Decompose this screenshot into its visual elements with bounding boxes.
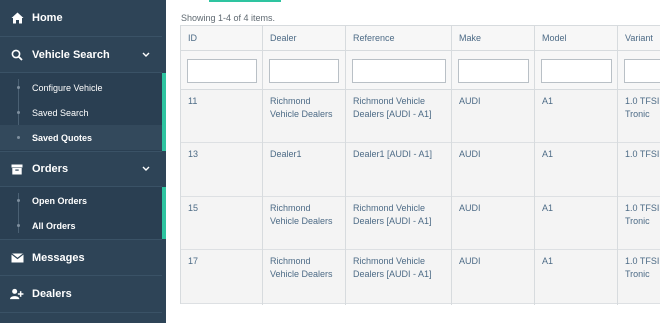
filter-id-input[interactable]	[187, 59, 257, 83]
chevron-down-icon	[142, 163, 150, 175]
sidebar-item-label: Open Orders	[32, 195, 88, 206]
cell-dealer[interactable]: Richmond Vehicle Dealers	[263, 255, 346, 281]
quotes-grid: ID Dealer Reference Make Model Variant 1…	[180, 25, 660, 305]
nav-messages[interactable]: Messages	[0, 239, 162, 276]
cell-variant: 1.0 TFSI STronic	[625, 96, 660, 119]
top-accent-bar	[209, 0, 281, 2]
cell-make: AUDI	[459, 96, 481, 106]
column-header-reference[interactable]: Reference	[346, 26, 451, 51]
cell-id: 15	[188, 203, 199, 213]
nav-vehicle-search[interactable]: Vehicle Search	[0, 37, 162, 73]
column-header-make[interactable]: Make	[452, 26, 534, 51]
cell-id: 11	[188, 96, 198, 106]
cell-id: 17	[188, 256, 199, 266]
cell-variant: 1.0 TFSI STronic	[625, 203, 660, 226]
filter-make-input[interactable]	[458, 59, 529, 83]
cell-make: AUDI	[459, 203, 481, 213]
filter-model-input[interactable]	[541, 59, 612, 83]
sidebar: Home Vehicle Search Configure Vehicle Sa…	[0, 0, 166, 323]
filter-dealer-input[interactable]	[269, 59, 339, 83]
nav-home-label: Home	[32, 12, 63, 24]
home-icon	[10, 11, 24, 25]
nav-vehicle-search-label: Vehicle Search	[32, 48, 110, 61]
cell-dealer[interactable]: Richmond Vehicle Dealers	[263, 95, 346, 121]
cell-variant: 1.0 TFSI S	[625, 149, 660, 159]
cell-reference: Richmond Vehicle Dealers [AUDI - A1]	[353, 96, 432, 119]
nav-dealers[interactable]: Dealers	[0, 276, 162, 313]
cell-model: A1	[542, 256, 554, 266]
nav-home[interactable]: Home	[0, 0, 162, 37]
column-header-dealer[interactable]: Dealer	[263, 26, 345, 51]
search-icon	[10, 48, 24, 62]
column-header-id[interactable]: ID	[181, 26, 262, 51]
cell-reference: Richmond Vehicle Dealers [AUDI - A1]	[353, 256, 432, 279]
nav-orders[interactable]: Orders	[0, 151, 162, 187]
cell-dealer[interactable]: Dealer1	[263, 148, 346, 161]
main-content: Showing 1-4 of 4 items. ID Dealer Refere…	[166, 0, 660, 323]
nav-orders-label: Orders	[32, 163, 69, 175]
sidebar-item-label: Configure Vehicle	[32, 82, 103, 93]
sidebar-item-all-orders[interactable]: All Orders	[0, 213, 162, 238]
vehicle-search-submenu: Configure Vehicle Saved Search Saved Quo…	[0, 73, 166, 151]
sidebar-item-label: Saved Quotes	[32, 132, 93, 143]
filter-variant-input[interactable]	[624, 59, 660, 83]
envelope-icon	[10, 251, 24, 265]
sidebar-item-configure-vehicle[interactable]: Configure Vehicle	[0, 75, 162, 100]
cell-model: A1	[542, 203, 554, 213]
cell-make: AUDI	[459, 256, 481, 266]
cell-reference: Richmond Vehicle Dealers [AUDI - A1]	[353, 203, 432, 226]
sidebar-item-label: Saved Search	[32, 107, 89, 118]
cell-dealer[interactable]: Richmond Vehicle Dealers	[263, 202, 346, 228]
column-header-variant[interactable]: Variant	[618, 26, 660, 51]
cell-reference: Dealer1 [AUDI - A1]	[353, 149, 433, 159]
filter-reference-input[interactable]	[352, 59, 446, 83]
chevron-down-icon	[142, 49, 150, 61]
orders-submenu: Open Orders All Orders	[0, 187, 166, 239]
cell-make: AUDI	[459, 149, 481, 159]
archive-icon	[10, 162, 24, 176]
cell-id: 13	[188, 149, 199, 159]
nav-messages-label: Messages	[32, 251, 85, 264]
cell-model: A1	[542, 149, 554, 159]
user-plus-icon	[10, 287, 24, 301]
cell-model: A1	[542, 96, 554, 106]
sidebar-item-open-orders[interactable]: Open Orders	[0, 188, 162, 213]
cell-variant: 1.0 TFSI STronic	[625, 256, 660, 279]
sidebar-item-label: All Orders	[32, 220, 76, 231]
results-summary: Showing 1-4 of 4 items.	[181, 13, 276, 23]
sidebar-item-saved-search[interactable]: Saved Search	[0, 100, 162, 125]
column-header-model[interactable]: Model	[535, 26, 617, 51]
nav-dealers-label: Dealers	[32, 288, 72, 300]
sidebar-item-saved-quotes[interactable]: Saved Quotes	[0, 125, 162, 150]
